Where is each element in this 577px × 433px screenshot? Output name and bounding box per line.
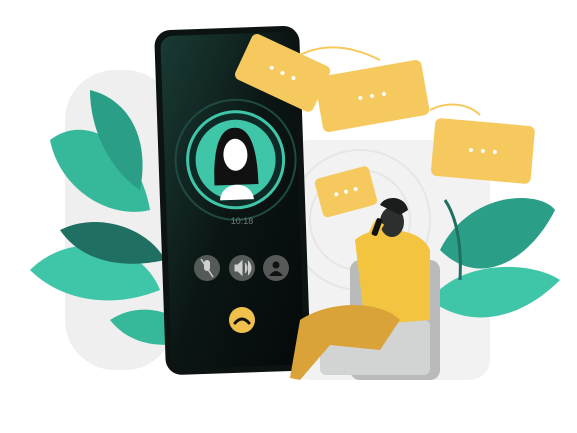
- phone-call-illustration: [30, 26, 560, 380]
- end-call-button[interactable]: [229, 307, 255, 333]
- speaker-button[interactable]: [229, 255, 255, 281]
- add-contact-button[interactable]: [263, 255, 289, 281]
- call-timer: 10:18: [230, 216, 254, 226]
- mute-button[interactable]: [194, 255, 220, 281]
